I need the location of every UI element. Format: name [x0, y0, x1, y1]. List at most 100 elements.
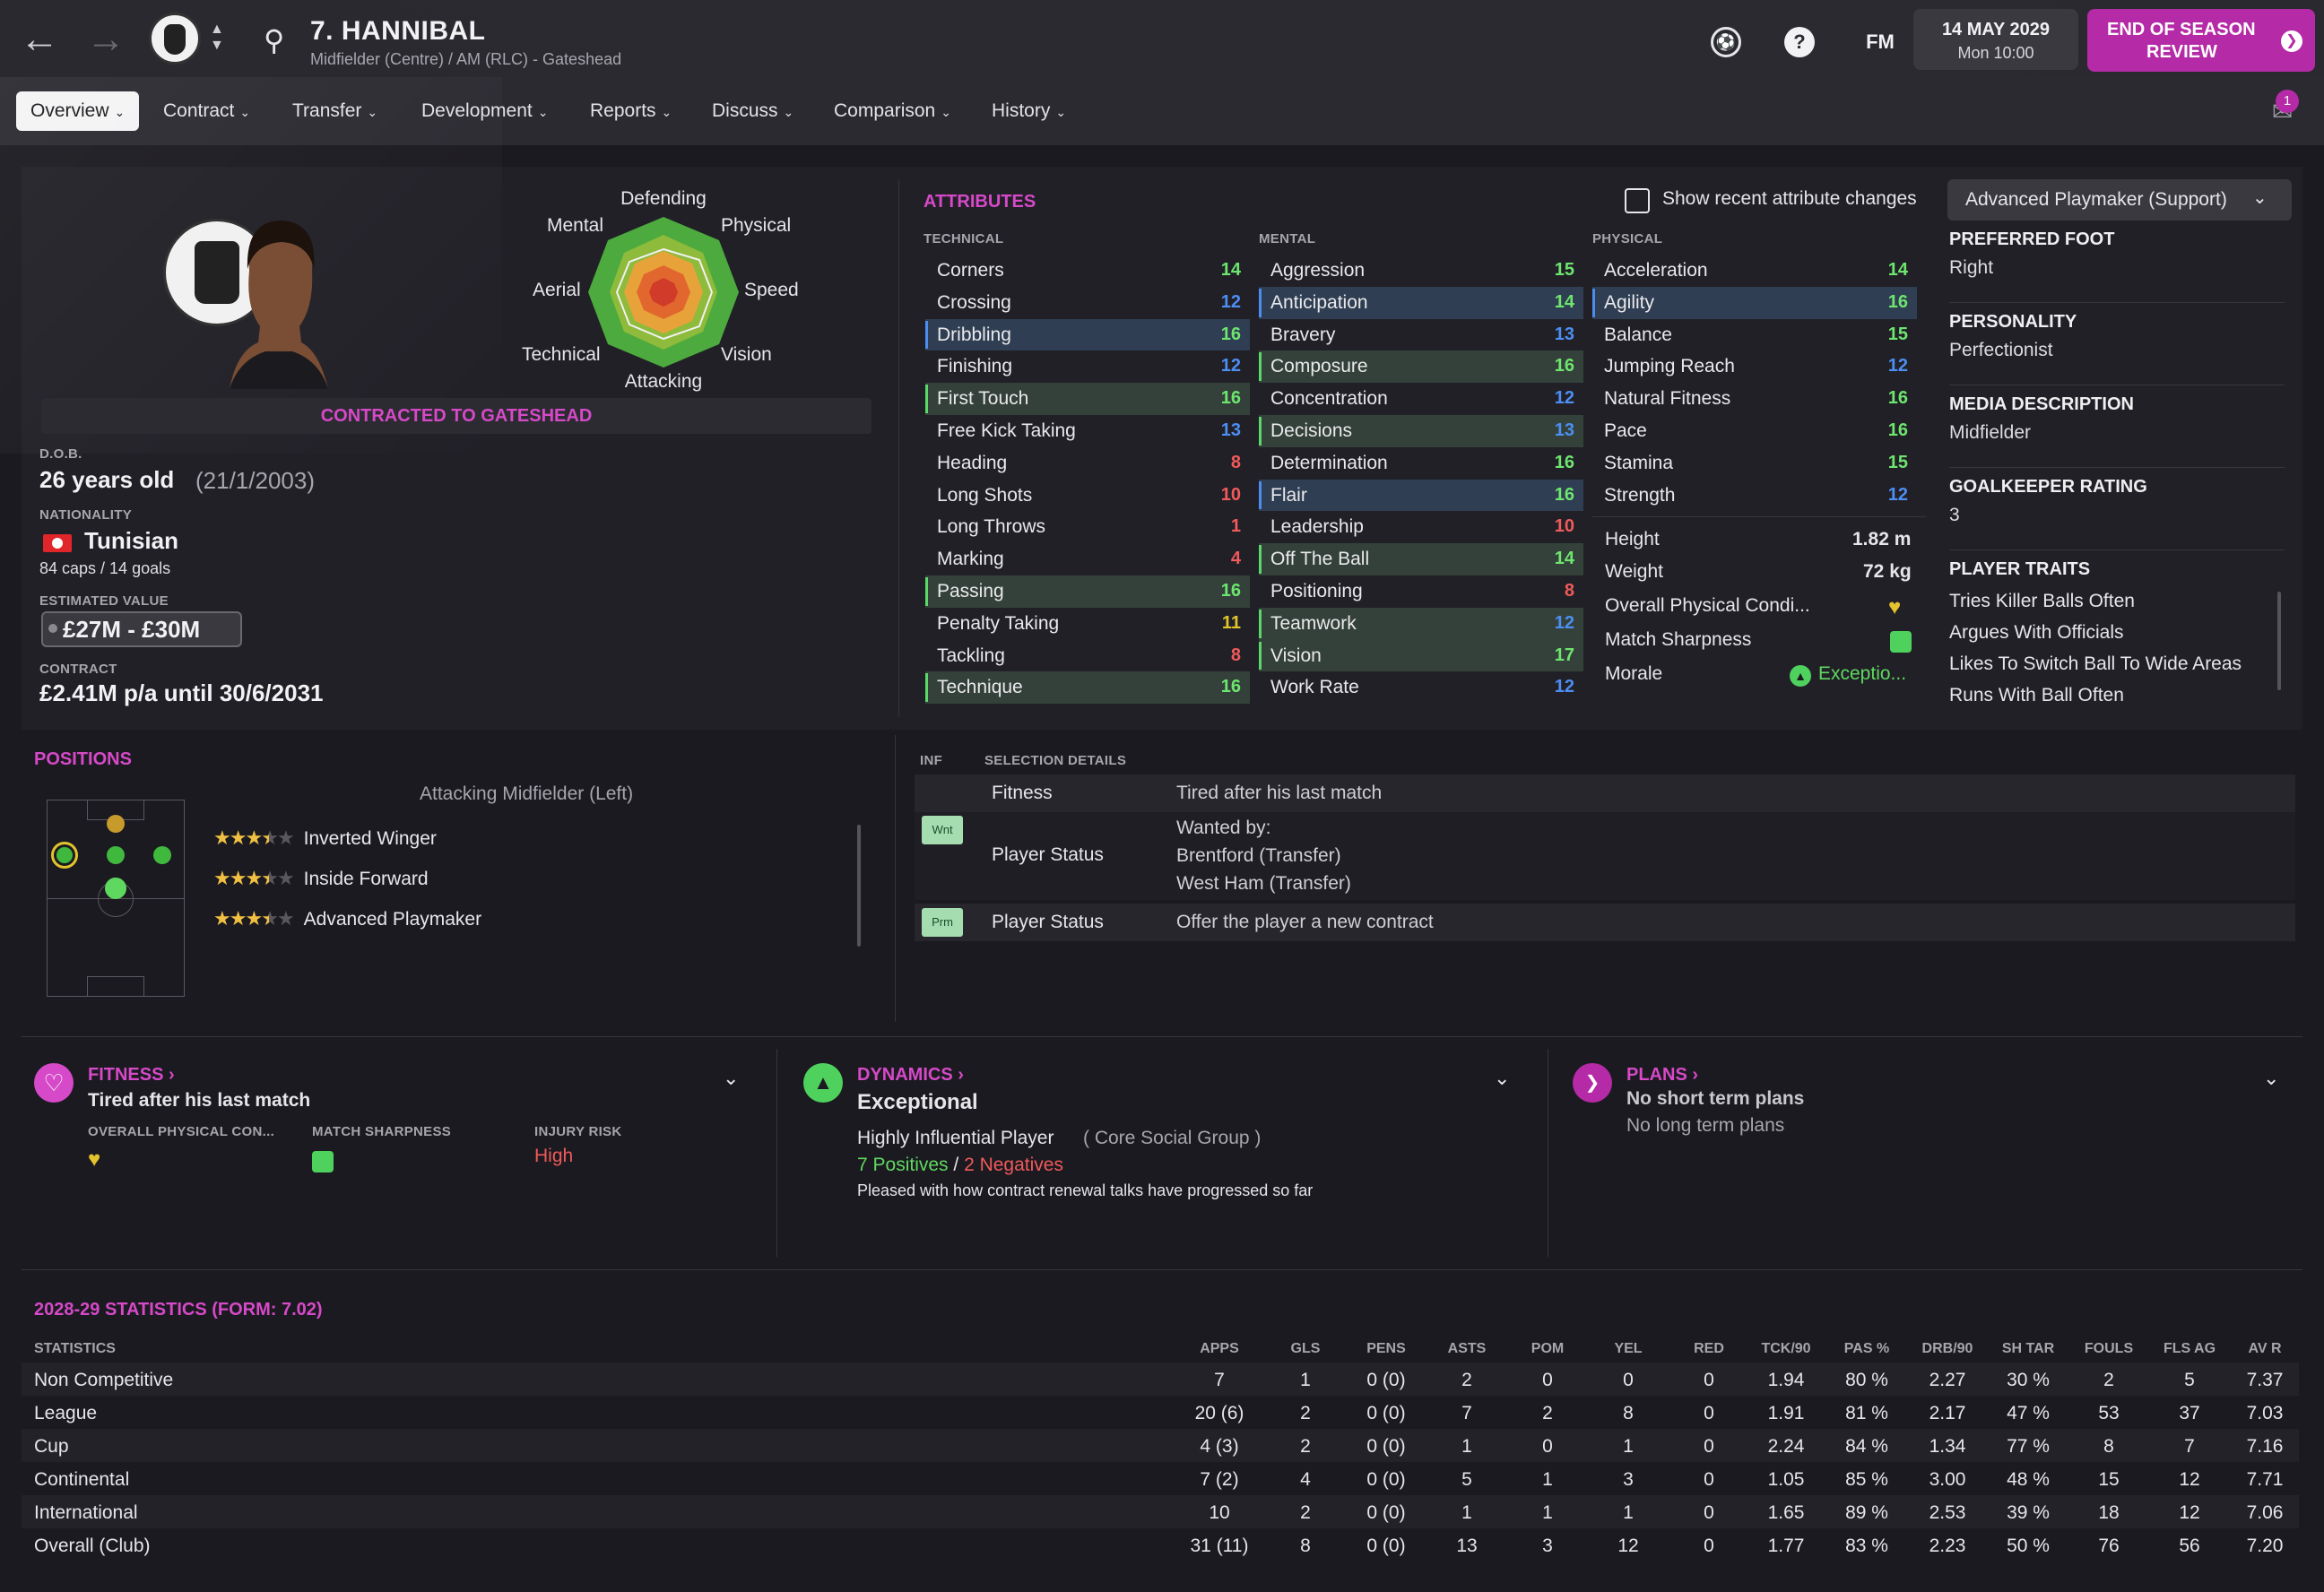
tab-transfer[interactable]: Transfer ⌄	[278, 91, 392, 131]
traits-scrollbar[interactable]	[2277, 592, 2281, 690]
sharpness-icon[interactable]	[1890, 631, 1912, 653]
table-row[interactable]: League 20 (6) 2 0 (0) 7 2 8 0 1.91 81 % 2.17 47 % 53…	[22, 1396, 2299, 1429]
tab-overview[interactable]: Overview ⌄	[16, 91, 140, 131]
table-row[interactable]: Cup 4 (3) 2 0 (0) 1 0 1 0 2.24 84 % 1.34 77 % 8 7 7.16	[22, 1429, 2299, 1462]
attribute-row[interactable]: Heading 8	[925, 447, 1250, 480]
attribute-row[interactable]: Anticipation 14	[1259, 286, 1583, 319]
attribute-row[interactable]: Agility 16	[1592, 286, 1917, 319]
negatives-count[interactable]: 2 Negatives	[964, 1155, 1063, 1175]
position-dot-aml-selected[interactable]	[51, 842, 78, 869]
stat-column-header[interactable]: SH TAR	[1992, 1341, 2064, 1357]
attribute-row[interactable]: Strength 12	[1592, 480, 1917, 512]
wanted-club[interactable]: Brentford (Transfer)	[1176, 845, 1341, 867]
attribute-row[interactable]: Marking 4	[925, 543, 1250, 575]
table-row[interactable]: Overall (Club) 31 (11) 8 0 (0) 13 3 12 0 1.77 83 …	[22, 1528, 2299, 1562]
attribute-row[interactable]: Aggression 15	[1259, 255, 1583, 287]
wanted-club[interactable]: West Ham (Transfer)	[1176, 873, 1351, 895]
stat-column-header[interactable]: YEL	[1592, 1341, 1664, 1357]
chevron-down-icon[interactable]: ⌄	[2263, 1067, 2279, 1090]
forward-arrow-icon[interactable]: →	[86, 20, 126, 59]
plans-title-link[interactable]: PLANS ›	[1626, 1065, 1698, 1086]
attribute-row[interactable]: Penalty Taking 11	[925, 608, 1250, 640]
attribute-row[interactable]: Tackling 8	[925, 640, 1250, 672]
help-icon[interactable]: ?	[1784, 27, 1815, 57]
tab-contract[interactable]: Contract ⌄	[149, 91, 264, 131]
attribute-row[interactable]: Concentration 12	[1259, 383, 1583, 415]
attribute-row[interactable]: First Touch 16	[925, 383, 1250, 415]
role-select[interactable]: Advanced Playmaker (Support) ⌄	[1947, 179, 2292, 221]
chevron-down-icon[interactable]: ⌄	[1494, 1067, 1510, 1090]
attribute-row[interactable]: Pace 16	[1592, 415, 1917, 447]
attribute-row[interactable]: Bravery 13	[1259, 319, 1583, 351]
game-date[interactable]: 14 MAY 2029 Mon 10:00	[1913, 9, 2078, 70]
attribute-row[interactable]: Work Rate 12	[1259, 671, 1583, 704]
back-arrow-icon[interactable]: ←	[20, 20, 59, 59]
attribute-row[interactable]: Dribbling 16	[925, 318, 1250, 351]
squad-cycle-icon[interactable]: ▲ ▼	[210, 22, 224, 54]
attribute-row[interactable]: Composure 16	[1259, 350, 1583, 384]
attribute-row[interactable]: Long Shots 10	[925, 480, 1250, 512]
end-of-season-review-button[interactable]: END OF SEASON REVIEW ❯	[2087, 9, 2315, 72]
attribute-row[interactable]: Leadership 10	[1259, 511, 1583, 543]
tab-history[interactable]: History ⌄	[977, 91, 1080, 131]
table-row[interactable]: Continental 7 (2) 4 0 (0) 5 1 3 0 1.05 85 % 3.00 48…	[22, 1462, 2299, 1495]
attribute-row[interactable]: Balance 15	[1592, 319, 1917, 351]
attribute-row[interactable]: Determination 16	[1259, 447, 1583, 480]
fm-logo[interactable]: FM	[1856, 27, 1904, 57]
attribute-row[interactable]: Technique 16	[925, 671, 1250, 705]
attribute-row[interactable]: Acceleration 14	[1592, 255, 1917, 287]
football-icon[interactable]: ⚽	[1711, 27, 1741, 57]
heart-condition-icon[interactable]: ♥	[1888, 595, 1901, 620]
attribute-row[interactable]: Flair 16	[1259, 479, 1583, 512]
show-changes-checkbox[interactable]	[1625, 188, 1650, 213]
stat-column-header[interactable]: GLS	[1270, 1341, 1341, 1357]
stat-column-header[interactable]: PAS %	[1831, 1341, 1903, 1357]
attribute-row[interactable]: Off The Ball 14	[1259, 543, 1583, 575]
table-row[interactable]: International 10 2 0 (0) 1 1 1 0 1.65 89 % 2.53 39 …	[22, 1495, 2299, 1528]
stat-column-header[interactable]: POM	[1512, 1341, 1583, 1357]
tab-development[interactable]: Development ⌄	[407, 91, 562, 131]
player-age: 26 years old	[39, 466, 175, 493]
positives-count[interactable]: 7 Positives	[857, 1155, 949, 1175]
attribute-row[interactable]: Natural Fitness 16	[1592, 383, 1917, 415]
tab-reports[interactable]: Reports ⌄	[576, 91, 686, 131]
stat-column-header[interactable]: FOULS	[2073, 1341, 2145, 1357]
role-rating-row[interactable]: ★★★★★ Inverted Winger	[213, 826, 437, 850]
roles-scrollbar[interactable]	[857, 825, 861, 947]
attribute-row[interactable]: Positioning 8	[1259, 575, 1583, 608]
search-icon[interactable]: ⚲	[264, 23, 284, 57]
attribute-row[interactable]: Teamwork 12	[1259, 607, 1583, 640]
stat-column-header[interactable]: FLS AG	[2154, 1341, 2225, 1357]
estimated-value-box[interactable]: £27M - £30M	[41, 611, 242, 647]
attribute-row[interactable]: Free Kick Taking 13	[925, 415, 1250, 447]
attribute-row[interactable]: Passing 16	[925, 575, 1250, 608]
stat-column-header[interactable]: ASTS	[1431, 1341, 1503, 1357]
stat-column-header[interactable]: DRB/90	[1912, 1341, 1983, 1357]
stat-column-header[interactable]: PENS	[1350, 1341, 1422, 1357]
dynamics-title-link[interactable]: DYNAMICS ›	[857, 1065, 964, 1086]
notification-badge[interactable]: 1	[2276, 90, 2299, 113]
tab-discuss[interactable]: Discuss ⌄	[698, 91, 808, 131]
attribute-row[interactable]: Jumping Reach 12	[1592, 350, 1917, 383]
chevron-down-icon[interactable]: ⌄	[723, 1067, 739, 1090]
promise-badge[interactable]: Prm	[922, 908, 963, 937]
stat-column-header[interactable]: APPS	[1184, 1341, 1255, 1357]
attribute-row[interactable]: Crossing 12	[925, 287, 1250, 319]
stat-column-header[interactable]: AV R	[2229, 1341, 2301, 1357]
stat-column-header[interactable]: STATISTICS	[34, 1341, 303, 1357]
table-row[interactable]: Non Competitive 7 1 0 (0) 2 0 0 0 1.94 80 % 2.27 30…	[22, 1363, 2299, 1396]
fitness-title-link[interactable]: FITNESS ›	[88, 1065, 175, 1086]
attribute-row[interactable]: Decisions 13	[1259, 414, 1583, 447]
role-rating-row[interactable]: ★★★★★ Advanced Playmaker	[213, 907, 481, 930]
stat-column-header[interactable]: RED	[1673, 1341, 1745, 1357]
club-crest-icon[interactable]	[149, 13, 201, 65]
attribute-row[interactable]: Long Throws 1	[925, 511, 1250, 543]
stat-column-header[interactable]: TCK/90	[1750, 1341, 1822, 1357]
attribute-row[interactable]: Vision 17	[1259, 639, 1583, 672]
role-rating-row[interactable]: ★★★★★ Inside Forward	[213, 867, 429, 890]
wanted-badge[interactable]: Wnt	[922, 816, 963, 844]
attribute-row[interactable]: Corners 14	[925, 255, 1250, 287]
tab-comparison[interactable]: Comparison ⌄	[819, 91, 966, 131]
attribute-row[interactable]: Finishing 12	[925, 350, 1250, 383]
attribute-row[interactable]: Stamina 15	[1592, 447, 1917, 480]
